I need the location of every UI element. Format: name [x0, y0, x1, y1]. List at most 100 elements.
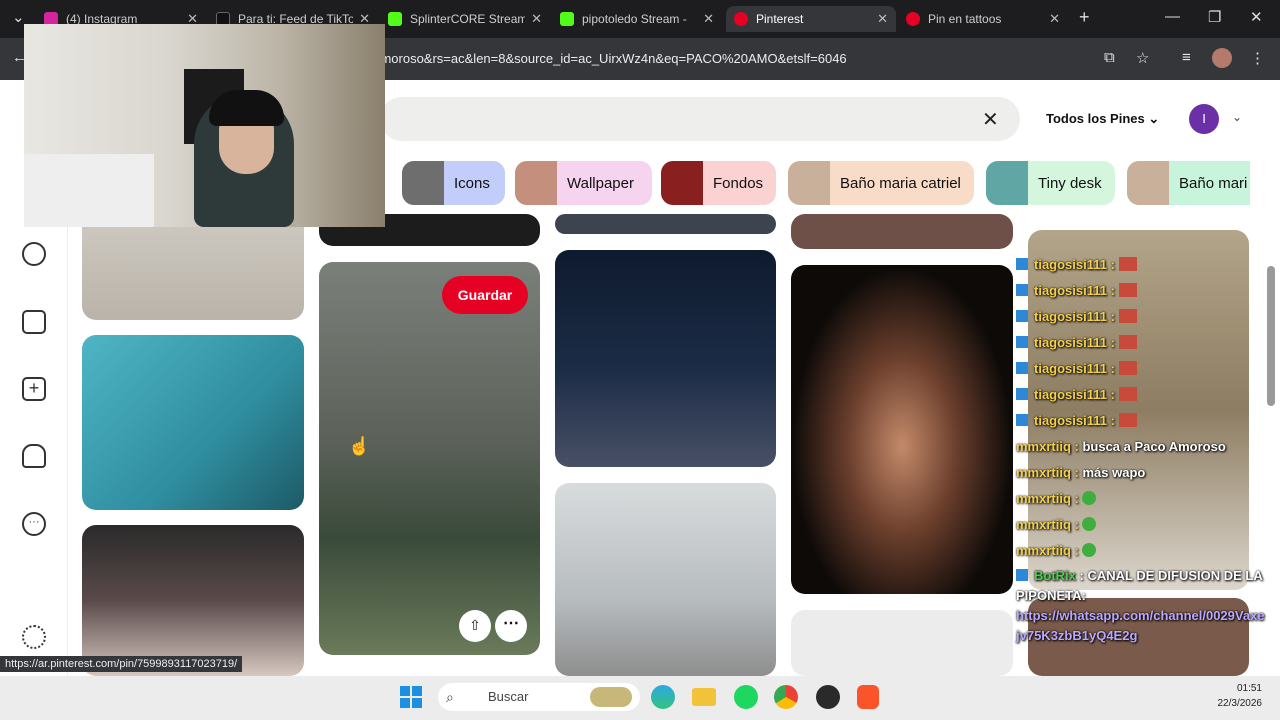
search-highlight-icon [590, 687, 632, 707]
chip-thumbnail [788, 161, 830, 205]
chip-fondos[interactable]: Fondos [661, 161, 776, 205]
pin-card-hovered[interactable]: Guardar ⇧ ⋯ [319, 262, 540, 655]
folder-icon[interactable] [692, 688, 716, 706]
emote-icon [1082, 543, 1097, 557]
taskbar-search[interactable]: ⌕ Buscar [438, 683, 640, 711]
chat-user: tiagosisi111 : [1034, 283, 1115, 298]
maximize-icon[interactable]: ❐ [1208, 8, 1221, 26]
pin-card[interactable] [791, 610, 1013, 676]
search-icon: ⌕ [446, 689, 454, 705]
clock-time: 01:51 [1236, 683, 1262, 694]
chrome-icon[interactable] [774, 685, 798, 709]
tab-pipotoledo[interactable]: pipotoledo Stream - ✕ [552, 6, 722, 32]
install-icon[interactable]: ⧉ [1104, 49, 1115, 66]
pin-card[interactable] [82, 335, 304, 510]
kick-icon [1016, 414, 1028, 426]
close-icon[interactable]: ✕ [1049, 11, 1060, 27]
emote-icon [1082, 517, 1097, 531]
pin-card[interactable] [791, 265, 1013, 594]
chat-text: busca a Paco Amoroso [1082, 439, 1226, 454]
chip-wallpaper[interactable]: Wallpaper [515, 161, 652, 205]
tab-pinterest[interactable]: Pinterest ✕ [726, 6, 896, 32]
webcam-overlay [24, 24, 385, 227]
pin-card[interactable] [791, 214, 1013, 249]
star-icon[interactable]: ☆ [1136, 49, 1149, 67]
new-tab-plus-icon[interactable]: + [1079, 7, 1090, 28]
chip-bano-mari[interactable]: Baño mari [1127, 161, 1250, 205]
chip-bano-maria-catriel[interactable]: Baño maria catriel [788, 161, 974, 205]
menu-icon[interactable]: ⋮ [1250, 49, 1265, 67]
system-clock[interactable]: 01:51 22/3/2026 [1196, 681, 1263, 711]
save-button[interactable]: Guardar [442, 276, 528, 314]
avatar[interactable]: I [1189, 104, 1219, 134]
create-icon[interactable]: + [22, 377, 46, 401]
spotify-icon[interactable] [734, 685, 758, 709]
chat-message: tiagosisi111 : [1016, 356, 1278, 382]
chip-label: Wallpaper [567, 174, 634, 192]
webcam-hair [209, 90, 284, 126]
tab-label: SplinterCORE Stream [410, 12, 526, 26]
chat-message: mmxrtiiq : más wapo [1016, 460, 1278, 486]
share-icon[interactable]: ⇧ [459, 610, 491, 642]
pinterest-icon [734, 12, 748, 26]
chat-message: BotRix : CANAL DE DIFUSION DE LA PIPONET… [1016, 566, 1278, 606]
kick-icon [1016, 388, 1028, 400]
close-icon[interactable]: ✕ [531, 11, 542, 27]
chevron-down-icon: ⌄ [1148, 111, 1160, 126]
clear-search-icon[interactable]: ✕ [982, 107, 999, 132]
obs-icon[interactable] [816, 685, 840, 709]
brave-icon[interactable] [857, 685, 879, 709]
pin-card[interactable] [82, 214, 304, 320]
chat-message: tiagosisi111 : [1016, 382, 1278, 408]
pinterest-search-input[interactable] [380, 97, 1020, 141]
clock-date: 22/3/2026 [1217, 698, 1263, 709]
emote-icon [1118, 413, 1137, 427]
minimize-icon[interactable]: — [1165, 8, 1180, 25]
chat-message: tiagosisi111 : [1016, 304, 1278, 330]
emote-icon [1118, 309, 1137, 323]
pin-filter-dropdown[interactable]: Todos los Pines ⌄ [1046, 111, 1159, 127]
tab-pin-tattoos[interactable]: Pin en tattoos ✕ [898, 6, 1068, 32]
profile-icon[interactable] [1212, 48, 1232, 68]
settings-icon[interactable] [22, 625, 46, 649]
chat-user: mmxrtiiq : [1016, 491, 1079, 506]
chip-label: Tiny desk [1038, 174, 1102, 192]
playlist-icon[interactable]: ≡ [1182, 49, 1191, 66]
tab-search-icon[interactable]: ⌄ [12, 8, 25, 26]
messages-icon[interactable]: ··· [22, 512, 46, 536]
pin-card[interactable] [555, 214, 776, 234]
pinterest-icon [906, 12, 920, 26]
pin-card[interactable] [82, 525, 304, 676]
chat-message: tiagosisi111 : [1016, 408, 1278, 434]
chat-user: mmxrtiiq : [1016, 439, 1079, 454]
pin-card[interactable] [555, 250, 776, 467]
window-close-icon[interactable]: ✕ [1250, 8, 1263, 26]
chat-user: tiagosisi111 : [1034, 257, 1115, 272]
board-icon[interactable] [22, 310, 46, 334]
kick-icon [560, 12, 574, 26]
chip-label: Baño mari [1179, 174, 1248, 192]
account-chevron-icon[interactable]: ⌄ [1232, 110, 1242, 124]
emote-icon [1118, 335, 1137, 349]
windows-icon[interactable] [400, 686, 422, 708]
chip-icons[interactable]: Icons [402, 161, 505, 205]
filter-label: Todos los Pines [1046, 111, 1145, 126]
bell-icon[interactable] [22, 444, 46, 468]
chat-user: BotRix [1034, 568, 1076, 583]
tab-splintercore[interactable]: SplinterCORE Stream ✕ [380, 6, 550, 32]
edge-icon[interactable] [651, 685, 675, 709]
chat-message: tiagosisi111 : [1016, 252, 1278, 278]
kick-icon [1016, 336, 1028, 348]
kick-icon [1016, 284, 1028, 296]
url-field[interactable]: 0amoroso&rs=ac&len=8&source_id=ac_UirxWz… [366, 45, 1166, 73]
pin-card[interactable] [555, 483, 776, 676]
emote-icon [1118, 283, 1137, 297]
compass-icon[interactable] [22, 242, 46, 266]
close-icon[interactable]: ✕ [877, 11, 888, 27]
more-icon[interactable]: ⋯ [495, 610, 527, 642]
chip-thumbnail [402, 161, 444, 205]
chat-link: https://whatsapp.com/channel/0029Vaxe [1016, 608, 1265, 623]
close-icon[interactable]: ✕ [703, 11, 714, 27]
emote-icon [1118, 361, 1137, 375]
chip-tiny-desk[interactable]: Tiny desk [986, 161, 1115, 205]
